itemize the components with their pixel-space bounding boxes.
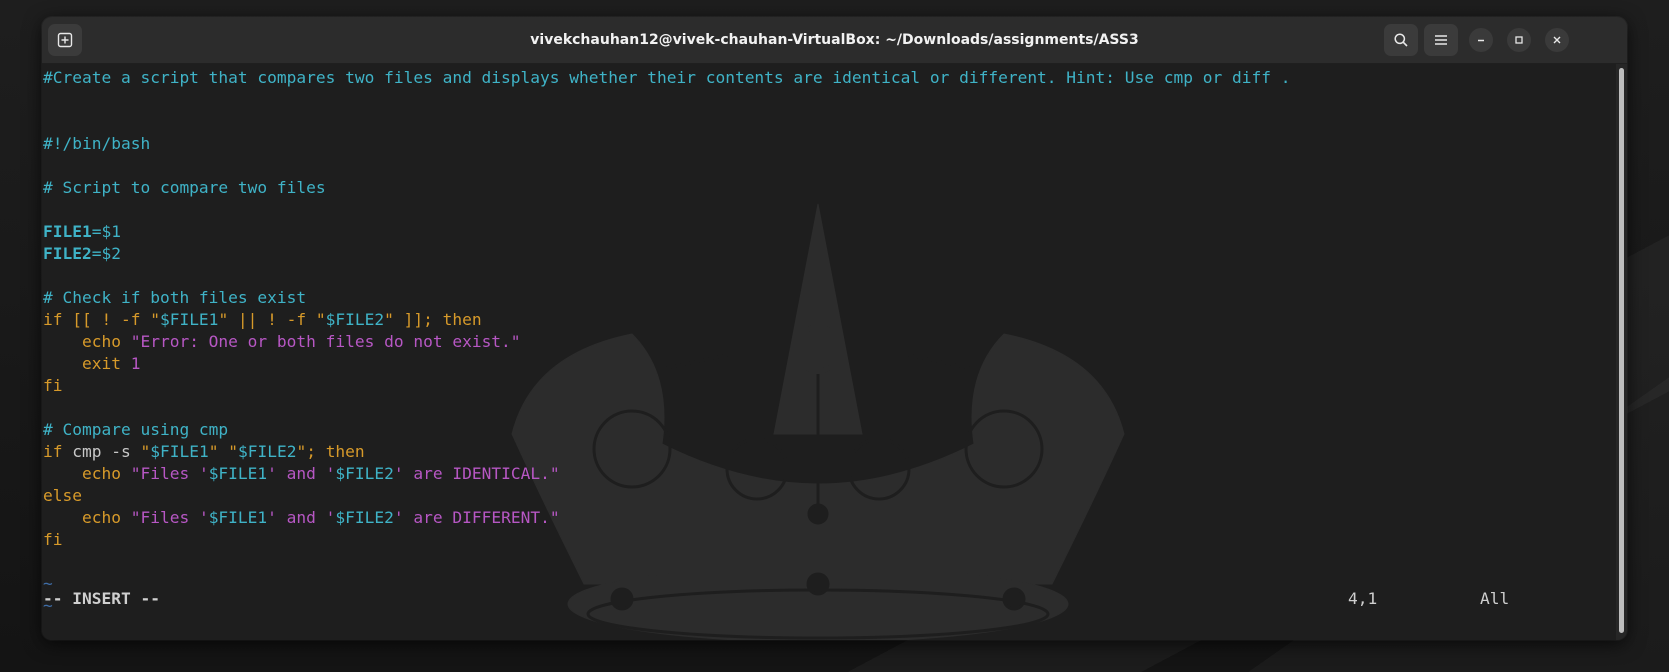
editor-buffer[interactable]: #Create a script that compares two files… [43, 67, 1290, 617]
code-line[interactable]: echo "Files '$FILE1' and '$FILE2' are ID… [43, 463, 1290, 485]
code-token: $FILE2 [335, 508, 394, 527]
code-line[interactable]: echo "Files '$FILE1' and '$FILE2' are DI… [43, 507, 1290, 529]
code-line[interactable]: # Check if both files exist [43, 287, 1290, 309]
code-token: echo [43, 508, 131, 527]
code-token: $FILE1 [150, 442, 209, 461]
code-token: FILE1 [43, 222, 92, 241]
code-token: "; then [296, 442, 365, 461]
code-token: fi [43, 376, 63, 395]
code-token: 1 [130, 354, 141, 373]
code-line[interactable]: echo "Error: One or both files do not ex… [43, 331, 1290, 353]
code-line[interactable] [43, 111, 1290, 133]
code-line[interactable]: # Script to compare two files [43, 177, 1290, 199]
code-token: fi [43, 530, 63, 549]
code-token: if [[ ! -f [43, 310, 151, 329]
code-line[interactable]: FILE2=$2 [43, 243, 1290, 265]
code-token: ' are IDENTICAL." [393, 464, 560, 483]
code-line[interactable]: if [[ ! -f "$FILE1" || ! -f "$FILE2" ]];… [43, 309, 1290, 331]
code-token: $FILE1 [208, 508, 268, 527]
terminal-content[interactable]: #Create a script that compares two files… [42, 64, 1616, 640]
code-line[interactable] [43, 265, 1290, 287]
code-token: " [150, 310, 160, 329]
code-token: $FILE2 [335, 464, 394, 483]
code-line[interactable]: #!/bin/bash [43, 133, 1290, 155]
terminal-window: vivekchauhan12@vivek-chauhan-VirtualBox:… [42, 17, 1627, 640]
close-icon[interactable] [1545, 28, 1569, 52]
code-token: $FILE1 [208, 464, 268, 483]
code-token: FILE2 [43, 244, 92, 263]
code-token: $FILE1 [159, 310, 219, 329]
code-token: exit [43, 354, 131, 373]
scrollbar[interactable] [1616, 64, 1627, 640]
maximize-icon[interactable] [1507, 28, 1531, 52]
code-line[interactable] [43, 397, 1290, 419]
code-token: "Files ' [130, 508, 209, 527]
code-token: $FILE2 [325, 310, 385, 329]
scrollbar-thumb[interactable] [1619, 68, 1624, 633]
code-line[interactable]: FILE1=$1 [43, 221, 1290, 243]
code-line[interactable] [43, 155, 1290, 177]
code-token: " [140, 442, 151, 461]
code-token: # Check if both files exist [43, 288, 307, 307]
code-token: "Error: One or both files do not exist." [130, 332, 521, 351]
code-line[interactable]: ~ [43, 573, 1290, 595]
code-line[interactable]: exit 1 [43, 353, 1290, 375]
code-token: ' and ' [267, 464, 336, 483]
code-token: #Create a script that compares two files… [43, 68, 1291, 87]
code-token: " ]]; then [384, 310, 482, 329]
search-icon[interactable] [1384, 24, 1418, 56]
code-token: =$1 [91, 222, 121, 241]
code-line[interactable]: else [43, 485, 1290, 507]
code-line[interactable]: #Create a script that compares two files… [43, 67, 1290, 89]
code-line[interactable]: fi [43, 375, 1290, 397]
code-token: # Compare using cmp [43, 420, 229, 439]
code-token: ' and ' [267, 508, 336, 527]
cursor-position: 4,1 [1348, 589, 1378, 608]
code-token: # Script to compare two files [43, 178, 326, 197]
minimize-icon[interactable] [1469, 28, 1493, 52]
hamburger-menu-icon[interactable] [1424, 24, 1458, 56]
code-line[interactable]: if cmp -s "$FILE1" "$FILE2"; then [43, 441, 1290, 463]
code-line[interactable] [43, 551, 1290, 573]
code-line[interactable]: fi [43, 529, 1290, 551]
code-token: =$2 [91, 244, 121, 263]
code-line[interactable]: ~ [43, 595, 1290, 617]
code-token: " || ! -f " [218, 310, 326, 329]
code-token: ' are DIFFERENT." [393, 508, 560, 527]
code-token: if [43, 442, 73, 461]
code-line[interactable] [43, 199, 1290, 221]
code-token: echo [43, 464, 131, 483]
code-token: " " [208, 442, 238, 461]
vim-mode-indicator: -- INSERT -- [43, 589, 160, 608]
code-token: echo [43, 332, 131, 351]
code-line[interactable] [43, 89, 1290, 111]
code-token: cmp -s [72, 442, 141, 461]
code-token: $FILE2 [237, 442, 297, 461]
code-line[interactable]: # Compare using cmp [43, 419, 1290, 441]
title-bar[interactable]: vivekchauhan12@vivek-chauhan-VirtualBox:… [42, 17, 1627, 64]
code-token: "Files ' [130, 464, 209, 483]
scroll-position: All [1480, 589, 1510, 608]
code-token: else [43, 486, 82, 505]
code-token: #!/bin/bash [43, 134, 151, 153]
